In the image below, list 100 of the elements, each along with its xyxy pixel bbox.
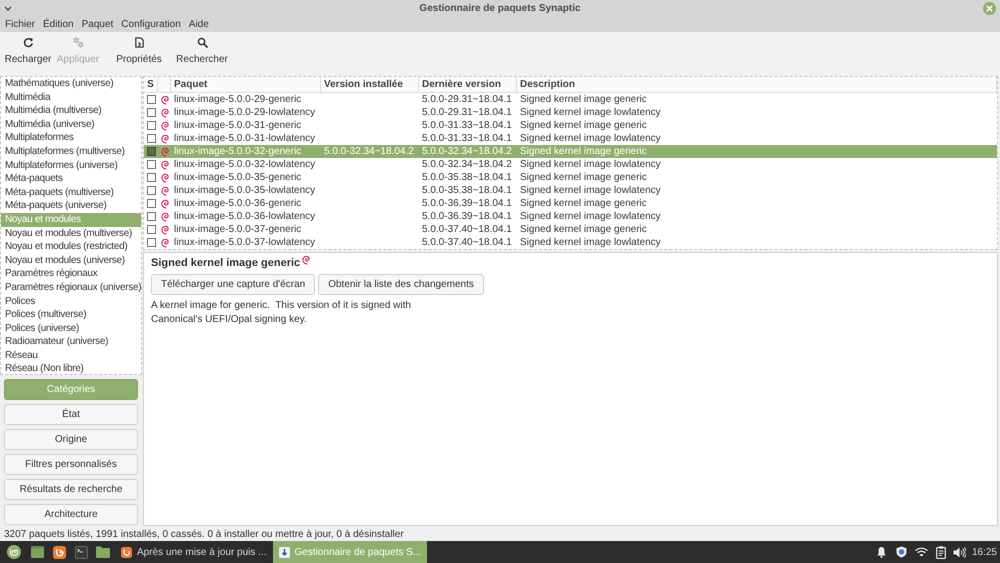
package-row[interactable]: linux-image-5.0.0-37-lowlatency 5.0.0-37.40~18.04.1 Signed kernel image lowlatency	[144, 236, 997, 249]
package-row[interactable]: linux-image-5.0.0-29-lowlatency 5.0.0-29.31~18.04.1 Signed kernel image lowlatency	[144, 106, 997, 119]
view-button[interactable]: État	[4, 404, 138, 425]
checkbox[interactable]	[146, 212, 156, 221]
checkbox[interactable]	[146, 186, 156, 195]
table-cell-text: Signed kernel image lowlatency	[519, 132, 662, 145]
category-item[interactable]: Multiplateformes (universe)	[1, 158, 141, 172]
table-cell-text: Signed kernel image lowlatency	[519, 210, 662, 223]
table-cell-text: 5.0.0-35.38~18.04.1	[421, 171, 513, 184]
column-header[interactable]: Description	[517, 77, 997, 92]
menu-item[interactable]: Fichier	[3, 17, 38, 32]
shield-icon[interactable]	[896, 546, 907, 558]
table-cell-text: linux-image-5.0.0-35-lowlatency	[173, 184, 316, 197]
table-cell-text: 5.0.0-29.31~18.04.1	[421, 93, 513, 106]
package-row[interactable]: linux-image-5.0.0-37-generic 5.0.0-37.40~18.04.1 Signed kernel image generic	[144, 223, 997, 236]
checkbox[interactable]	[146, 147, 156, 156]
volume-icon[interactable]	[952, 546, 966, 558]
category-item[interactable]: Multimédia	[1, 90, 141, 104]
table-cell-text: Signed kernel image generic	[519, 171, 648, 184]
category-item[interactable]: Multimédia (universe)	[1, 118, 141, 132]
menu-item[interactable]: Édition	[41, 17, 76, 32]
checkbox[interactable]	[146, 225, 156, 234]
menu-item[interactable]: Paquet	[80, 17, 116, 32]
package-row[interactable]: linux-image-5.0.0-29-generic 5.0.0-29.31~18.04.1 Signed kernel image generic	[144, 93, 997, 106]
category-item[interactable]: Noyau et modules (restricted)	[1, 240, 141, 254]
table-cell-text: 5.0.0-32.34~18.04.2	[421, 145, 513, 158]
table-cell-text: 5.0.0-36.39~18.04.1	[421, 210, 513, 223]
table-cell-text: linux-image-5.0.0-36-lowlatency	[173, 210, 316, 223]
package-row[interactable]: linux-image-5.0.0-31-lowlatency 5.0.0-31.33~18.04.1 Signed kernel image lowlatency	[144, 132, 997, 145]
checkbox[interactable]	[146, 95, 156, 104]
table-cell-text: linux-image-5.0.0-37-lowlatency	[173, 236, 316, 249]
category-item[interactable]: Réseau	[1, 348, 141, 362]
table-cell-text: linux-image-5.0.0-29-generic	[173, 93, 302, 106]
category-item[interactable]: Paramètres régionaux	[1, 267, 141, 281]
table-cell-text: Signed kernel image lowlatency	[519, 106, 662, 119]
category-item[interactable]: Multiplateformes (multiverse)	[1, 144, 141, 159]
swirl-icon	[302, 255, 310, 265]
table-cell-text: linux-image-5.0.0-31-generic	[173, 119, 302, 132]
package-row[interactable]: linux-image-5.0.0-32-lowlatency 5.0.0-32.34~18.04.2 Signed kernel image lowlatency	[144, 158, 997, 171]
view-button[interactable]: Origine	[4, 429, 138, 450]
checkbox[interactable]	[146, 108, 156, 117]
menu-item[interactable]: Aide	[186, 17, 211, 32]
table-cell-text: linux-image-5.0.0-36-generic	[173, 197, 302, 210]
table-cell-text: Signed kernel image lowlatency	[519, 184, 662, 197]
package-row[interactable]: linux-image-5.0.0-36-generic 5.0.0-36.39~18.04.1 Signed kernel image generic	[144, 197, 997, 210]
table-cell-text: linux-image-5.0.0-37-generic	[173, 223, 302, 236]
toolbar-button[interactable]: Recharger	[4, 37, 52, 67]
table-cell-text: linux-image-5.0.0-31-lowlatency	[173, 132, 316, 145]
category-item[interactable]: Noyau et modules (multiverse)	[1, 226, 141, 240]
view-button[interactable]: Architecture	[4, 504, 138, 525]
category-item[interactable]: Méta-paquets (multiverse)	[1, 186, 141, 200]
column-header[interactable]: Version installée	[321, 77, 419, 92]
package-row[interactable]: linux-image-5.0.0-35-lowlatency 5.0.0-35.38~18.04.1 Signed kernel image lowlatency	[144, 184, 997, 197]
category-item[interactable]: Multimédia (multiverse)	[1, 104, 141, 118]
category-item[interactable]: Méta-paquets (universe)	[1, 199, 141, 213]
checkbox[interactable]	[146, 121, 156, 130]
category-item[interactable]: Multiplateformes	[1, 131, 141, 145]
checkbox[interactable]	[146, 199, 156, 208]
menu-item[interactable]: Configuration	[119, 17, 183, 32]
category-item[interactable]: Mathématiques (universe)	[1, 77, 141, 91]
app-menu-icon[interactable]	[7, 545, 21, 559]
category-item[interactable]: Radioamateur (universe)	[1, 335, 141, 349]
table-cell-text: Signed kernel image generic	[519, 145, 648, 158]
column-header[interactable]: Paquet	[171, 77, 321, 92]
view-button[interactable]: Résultats de recherche	[4, 479, 138, 500]
category-item[interactable]: Polices	[1, 294, 141, 308]
browser-icon[interactable]	[53, 546, 66, 558]
category-item[interactable]: Polices (universe)	[1, 322, 141, 336]
checkbox[interactable]	[146, 238, 156, 247]
checkbox[interactable]	[146, 134, 156, 143]
table-cell-text: 5.0.0-31.33~18.04.1	[421, 119, 513, 132]
taskbar-button[interactable]: Après une mise à jour puis ...	[115, 541, 273, 563]
column-header[interactable]: Dernière version	[419, 77, 517, 92]
clock[interactable]: 16:25	[972, 544, 997, 560]
clipboard-icon[interactable]	[936, 546, 946, 558]
package-row[interactable]: linux-image-5.0.0-36-lowlatency 5.0.0-36.39~18.04.1 Signed kernel image lowlatency	[144, 210, 997, 223]
table-cell-text: 5.0.0-35.38~18.04.1	[421, 184, 513, 197]
category-item[interactable]: Méta-paquets	[1, 172, 141, 186]
view-button[interactable]: Filtres personnalisés	[4, 454, 138, 475]
category-item[interactable]: Paramètres régionaux (universe)	[1, 280, 141, 294]
details-button[interactable]: Obtenir la liste des changements	[318, 274, 484, 295]
details-button[interactable]: Télécharger une capture d'écran	[151, 274, 316, 295]
bell-icon[interactable]	[876, 546, 887, 558]
package-row[interactable]: linux-image-5.0.0-31-generic 5.0.0-31.33~18.04.1 Signed kernel image generic	[144, 119, 997, 132]
category-item[interactable]: Noyau et modules (universe)	[1, 254, 141, 268]
category-item[interactable]: Polices (multiverse)	[1, 308, 141, 322]
search-icon	[196, 37, 208, 48]
column-header[interactable]: S	[144, 77, 158, 92]
checkbox[interactable]	[146, 173, 156, 182]
package-row[interactable]: linux-image-5.0.0-35-generic 5.0.0-35.38~18.04.1 Signed kernel image generic	[144, 171, 997, 184]
toolbar-button[interactable]: Propriétés	[114, 37, 164, 67]
chevron-down-icon[interactable]	[4, 6, 12, 11]
wifi-icon[interactable]	[914, 547, 928, 557]
table-cell-text: Signed kernel image generic	[519, 223, 648, 236]
folder-icon[interactable]	[96, 546, 110, 558]
table-cell-text: Signed kernel image generic	[519, 93, 648, 106]
terminal-icon[interactable]	[75, 546, 88, 558]
toolbar-button[interactable]: Rechercher	[177, 37, 227, 67]
checkbox[interactable]	[146, 160, 156, 169]
category-item[interactable]: Réseau (Non libre)	[1, 362, 141, 374]
